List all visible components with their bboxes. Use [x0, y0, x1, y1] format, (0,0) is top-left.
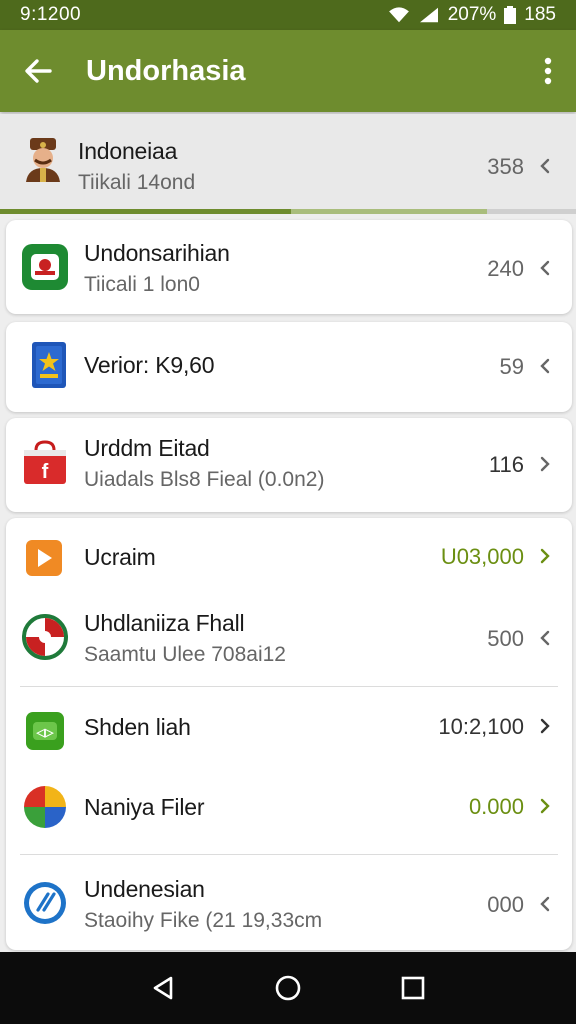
system-navigation-bar: [0, 952, 576, 1024]
item-value: 000: [487, 892, 524, 917]
nav-back-icon[interactable]: [149, 974, 177, 1002]
svg-text:◁▷: ◁▷: [36, 727, 54, 739]
nav-home-icon[interactable]: [274, 974, 302, 1002]
list-item[interactable]: f Urddm Eitad Uiadals Bls8 Fieal (0.0n2)…: [6, 418, 572, 512]
item-value: 116: [488, 452, 524, 477]
battery-icon: [504, 6, 517, 24]
item-title: Uhdlaniiza Fhall: [84, 610, 245, 636]
list-item[interactable]: ◁▷ Shden liah 10:2,100: [6, 688, 572, 768]
flag-emblem-icon: [22, 614, 68, 660]
chevron-right-icon: [540, 456, 550, 472]
item-value: 500: [487, 626, 524, 651]
soldier-avatar-icon: [26, 138, 60, 182]
wifi-icon: [388, 7, 409, 23]
item-value: 10:2,100: [438, 714, 524, 739]
status-time: 9:1200: [20, 4, 82, 25]
play-icon: [26, 540, 62, 576]
overflow-menu-button[interactable]: [520, 30, 576, 112]
list-item[interactable]: Uhdlaniiza Fhall Saamtu Ulee 708ai12 500: [6, 598, 572, 686]
item-title: Indoneiaa: [78, 138, 178, 164]
list-card: Undonsarihian Tiicali 1 lon0 240: [6, 220, 572, 314]
overflow-menu-icon: [544, 57, 552, 85]
back-arrow-icon: [25, 59, 52, 83]
chevron-left-icon: [540, 896, 550, 912]
chevron-left-icon: [540, 358, 550, 374]
progress-primary-fill: [0, 209, 291, 214]
chevron-left-icon: [540, 260, 550, 276]
status-bar: 9:1200 207% 185: [0, 0, 576, 30]
list-card: f Urddm Eitad Uiadals Bls8 Fieal (0.0n2)…: [6, 418, 572, 512]
signal-icon: [419, 7, 438, 23]
list-item[interactable]: Indoneiaa Tiikali 14ond 358: [0, 114, 576, 209]
item-value: 358: [487, 154, 524, 179]
item-subtitle: Uiadals Bls8 Fieal (0.0n2): [84, 468, 325, 491]
list-item[interactable]: Verior: K9,60 59: [6, 322, 572, 412]
star-badge-icon: [32, 342, 66, 388]
chevron-left-icon: [540, 630, 550, 646]
chevron-left-icon: [540, 158, 550, 174]
shopping-bag-icon: f: [24, 440, 66, 484]
battery-percent: 207%: [447, 4, 497, 25]
item-title: Urddm Eitad: [84, 435, 210, 461]
mosque-app-icon: [22, 244, 68, 290]
item-subtitle: Tiicali 1 lon0: [84, 273, 200, 296]
divider: [20, 686, 558, 687]
item-subtitle: Tiikali 14ond: [78, 171, 196, 194]
list-item[interactable]: Naniya Filer 0.000: [6, 768, 572, 848]
android-app-icon: ◁▷: [26, 712, 64, 750]
item-value: 240: [487, 256, 524, 281]
chevron-right-icon: [540, 548, 550, 564]
item-subtitle: Saamtu Ulee 708ai12: [84, 643, 286, 666]
edit-badge-icon: [24, 882, 66, 924]
progress-secondary-fill: [290, 209, 487, 214]
chevron-right-icon: [540, 798, 550, 814]
list-item[interactable]: Undenesian Staoihy Fike (21 19,33cm 000: [6, 856, 572, 946]
svg-text:f: f: [42, 461, 49, 483]
list-card: Verior: K9,60 59: [6, 322, 572, 412]
divider: [20, 854, 558, 855]
item-title: Ucraim: [84, 544, 156, 570]
item-value: 59: [499, 354, 524, 379]
list-item[interactable]: Undonsarihian Tiicali 1 lon0 240: [6, 220, 572, 314]
list-card: Ucraim U03,000 Uhdlaniiza Fhall Saamtu U…: [6, 518, 572, 950]
chevron-right-icon: [540, 718, 550, 734]
app-bar: Undorhasia: [0, 30, 576, 112]
item-value: U03,000: [440, 544, 524, 569]
progress-bar: [0, 209, 576, 214]
list-item[interactable]: Ucraim U03,000: [6, 518, 572, 598]
pinwheel-icon: [24, 786, 66, 828]
item-title: Verior: K9,60: [84, 352, 215, 378]
item-value: 0.000: [468, 794, 524, 819]
back-button[interactable]: [0, 30, 76, 112]
item-title: Naniya Filer: [84, 794, 205, 820]
item-title: Undonsarihian: [84, 240, 230, 266]
item-subtitle: Staoihy Fike (21 19,33cm: [84, 909, 323, 932]
nav-recents-icon[interactable]: [399, 974, 427, 1002]
page-title: Undorhasia: [86, 54, 246, 87]
item-title: Shden liah: [84, 714, 191, 740]
item-title: Undenesian: [84, 876, 205, 902]
status-clock: 185: [524, 4, 556, 25]
